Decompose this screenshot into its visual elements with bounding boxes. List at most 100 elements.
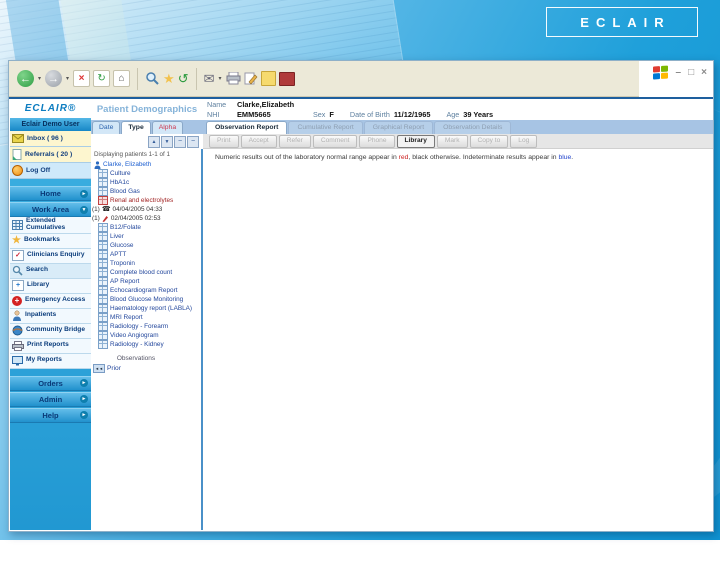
refresh-icon[interactable]: ↻ — [93, 70, 111, 87]
library-icon: + — [12, 280, 24, 292]
report-group-icon — [98, 232, 108, 241]
tab-observation-report[interactable]: Observation Report — [206, 121, 288, 134]
forward-dropdown-icon[interactable]: ▾ — [66, 75, 69, 82]
refer-button[interactable]: Refer — [278, 134, 311, 148]
patient-sex: F — [329, 110, 334, 119]
tab-type[interactable]: Type — [121, 121, 151, 134]
red-word: red — [398, 154, 409, 161]
sort-asc-button[interactable]: ▲ — [148, 135, 160, 148]
patient-nhi: EMM5665 — [237, 110, 271, 119]
sidebar-item-referrals[interactable]: Referrals ( 20 ) — [10, 147, 91, 163]
prior-item[interactable]: ◄◄ Prior — [91, 364, 201, 373]
tree-item[interactable]: B12/Folate — [91, 223, 201, 232]
sidebar-item-extended-cumulatives[interactable]: Extended Cumulatives — [10, 217, 91, 234]
sidebar-item-search[interactable]: Search — [10, 263, 91, 279]
tree-item[interactable]: APTT — [91, 250, 201, 259]
library-button[interactable]: Library — [396, 134, 435, 148]
slide-background: ECLAIR ← ▾ → ▾ × ↻ ⌂ ★ ↺ ✉ ▾ – □ × ECLAI… — [0, 0, 720, 562]
tree-item[interactable]: Liver — [91, 232, 201, 241]
chevron-down-icon: ▼ — [80, 205, 88, 214]
sidebar-section-home[interactable]: Home ► — [10, 186, 91, 201]
stop-icon[interactable]: × — [73, 70, 91, 87]
messenger-icon[interactable] — [278, 71, 295, 86]
mail-dropdown-icon[interactable]: ▾ — [219, 75, 222, 82]
collapse-all-button[interactable]: − — [187, 135, 199, 148]
tree-item-patient[interactable]: Clarke, Elizabeth — [91, 160, 201, 169]
sidebar-item-log-off[interactable]: Log Off — [10, 163, 91, 179]
window-controls: – □ × — [652, 65, 707, 80]
edit-icon[interactable] — [244, 72, 258, 85]
report-group-icon — [98, 259, 108, 268]
mark-button[interactable]: Mark — [436, 134, 468, 148]
phone-button[interactable]: Phone — [359, 134, 395, 148]
observation-report-panel: Numeric results out of the laboratory no… — [205, 149, 713, 530]
tree-item[interactable]: Blood Glucose Monitoring — [91, 295, 201, 304]
tab-date[interactable]: Date — [92, 121, 121, 134]
tree-item[interactable]: HbA1c — [91, 178, 201, 187]
favorites-icon[interactable]: ★ — [163, 72, 175, 85]
pencil-icon — [102, 215, 109, 222]
tree-item[interactable]: Echocardiogram Report — [91, 286, 201, 295]
report-group-icon — [98, 322, 108, 331]
restore-button[interactable]: □ — [688, 68, 694, 78]
sidebar-item-print-reports[interactable]: Print Reports — [10, 338, 91, 354]
close-button[interactable]: × — [701, 68, 707, 78]
tab-cumulative-report[interactable]: Cumulative Report — [288, 121, 363, 134]
sidebar-item-inpatients[interactable]: Inpatients — [10, 308, 91, 324]
tree-item-selected[interactable]: Renal and electrolytes — [91, 196, 201, 205]
sidebar-item-my-reports[interactable]: My Reports — [10, 353, 91, 369]
tree-item[interactable]: Video Angiogram — [91, 331, 201, 340]
accept-button[interactable]: Accept — [240, 134, 277, 148]
sidebar-section-help[interactable]: Help ► — [10, 407, 91, 423]
sidebar-item-emergency-access[interactable]: + Emergency Access — [10, 293, 91, 309]
print-button[interactable]: Print — [209, 134, 239, 148]
log-button[interactable]: Log — [510, 134, 538, 148]
home-icon[interactable]: ⌂ — [113, 70, 131, 87]
tab-graphical-report[interactable]: Graphical Report — [363, 121, 434, 134]
search-icon[interactable] — [145, 71, 160, 86]
forward-icon[interactable]: → — [45, 70, 63, 87]
discuss-icon[interactable] — [260, 71, 276, 86]
phone-icon: ☎ — [101, 206, 111, 213]
sidebar-item-label: Print Reports — [27, 341, 69, 349]
tree-item[interactable]: Troponin — [91, 259, 201, 268]
table-icon — [12, 219, 23, 230]
tree-item[interactable]: Haematology report (LABLA) — [91, 304, 201, 313]
tree-result-item[interactable]: (1) 02/04/2005 02:53 — [91, 214, 201, 223]
mail-icon[interactable]: ✉ — [204, 72, 215, 85]
tree-controls: ▲ ▼ − − — [91, 134, 203, 149]
tree-item[interactable]: Glucose — [91, 241, 201, 250]
sidebar-item-community-bridge[interactable]: Community Bridge — [10, 323, 91, 339]
comment-button[interactable]: Comment — [312, 134, 358, 148]
section-label: Home — [40, 189, 61, 198]
sidebar-section-work-area[interactable]: Work Area ▼ — [10, 202, 91, 217]
tree-result-item[interactable]: (1) ☎ 04/04/2005 04:33 — [91, 205, 201, 214]
sidebar-item-bookmarks[interactable]: ★ Bookmarks — [10, 233, 91, 249]
tree-item[interactable]: Blood Gas — [91, 187, 201, 196]
sidebar-section-admin[interactable]: Admin ► — [10, 391, 91, 407]
history-icon[interactable]: ↺ — [178, 72, 189, 85]
tab-observation-details[interactable]: Observation Details — [434, 121, 512, 134]
sidebar-item-label: Inbox ( 96 ) — [27, 135, 63, 142]
report-button-bar: Print Accept Refer Comment Phone Library… — [203, 134, 713, 149]
sidebar-section-orders[interactable]: Orders ► — [10, 375, 91, 391]
collapse-button[interactable]: − — [174, 135, 186, 148]
tree-item[interactable]: MRI Report — [91, 313, 201, 322]
back-icon[interactable]: ← — [17, 70, 34, 87]
tree-item[interactable]: Complete blood count — [91, 268, 201, 277]
copy-to-button[interactable]: Copy to — [469, 134, 509, 148]
minimize-button[interactable]: – — [676, 68, 682, 78]
sidebar-item-library[interactable]: + Library — [10, 278, 91, 294]
back-dropdown-icon[interactable]: ▾ — [38, 75, 41, 82]
patient-demographics: Name Clarke,Elizabeth NHI EMM5665 Sex F … — [207, 100, 707, 121]
sidebar-item-inbox[interactable]: Inbox ( 96 ) — [10, 131, 91, 147]
sort-desc-button[interactable]: ▼ — [161, 135, 173, 148]
print-icon[interactable] — [226, 72, 241, 85]
sidebar-item-clinicians-enquiry[interactable]: ✓ Clinicians Enquiry — [10, 248, 91, 264]
tree-item[interactable]: AP Report — [91, 277, 201, 286]
tab-alpha[interactable]: Alpha — [151, 121, 184, 134]
age-label: Age — [446, 110, 460, 119]
tree-item[interactable]: Culture — [91, 169, 201, 178]
tree-item[interactable]: Radiology - Forearm — [91, 322, 201, 331]
tree-item[interactable]: Radiology - Kidney — [91, 340, 201, 349]
